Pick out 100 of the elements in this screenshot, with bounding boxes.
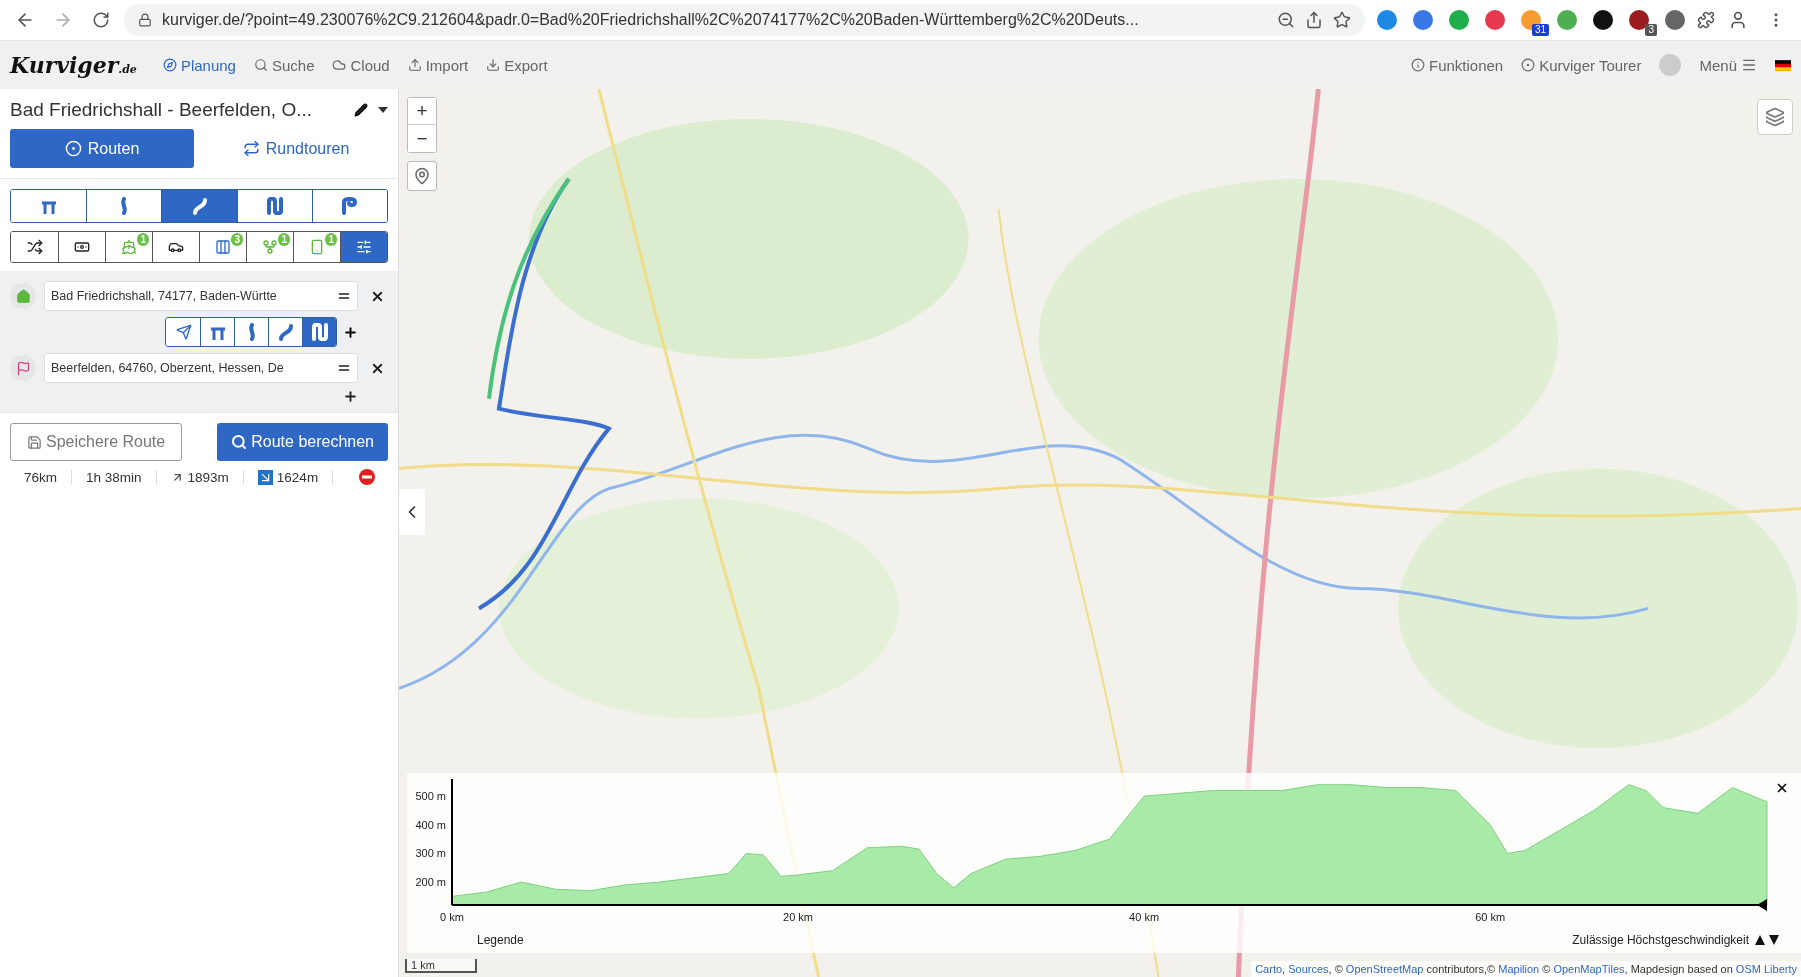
layers-icon <box>1765 107 1785 127</box>
stop-icon[interactable] <box>359 469 376 485</box>
nav-link[interactable]: Cloud <box>332 56 390 74</box>
nav-link[interactable]: Funktionen <box>1410 56 1504 74</box>
upload-icon <box>407 58 422 72</box>
count-badge: 1 <box>325 233 337 246</box>
segment-type-button[interactable] <box>302 318 336 346</box>
route-type-button[interactable] <box>161 190 237 222</box>
bookmark-star-icon[interactable] <box>1333 11 1351 29</box>
duration-text: 1h 38min <box>86 469 142 485</box>
curvy-road-icon <box>192 197 207 215</box>
fork-icon <box>262 239 278 255</box>
x-tick-label: 60 km <box>1475 911 1506 923</box>
color-mode-label: Zulässige Höchstgeschwindigkeit <box>1572 933 1749 947</box>
extension-badge: 31 <box>1531 24 1549 36</box>
segment-type-button[interactable] <box>268 318 302 346</box>
add-waypoint-icon[interactable] <box>343 324 358 340</box>
attribution-link[interactable]: OpenStreetMap <box>1345 963 1424 975</box>
circle-icon <box>1521 58 1536 72</box>
curvy-road-icon <box>311 323 328 341</box>
share-icon[interactable] <box>1305 11 1323 29</box>
scale-bar: 1 km <box>405 959 477 973</box>
lanes-icon <box>215 239 231 255</box>
x-tick-label: 20 km <box>783 911 814 923</box>
y-tick-label: 400 m <box>415 818 446 831</box>
lock-icon <box>138 13 152 27</box>
flag-icon[interactable] <box>1775 59 1791 71</box>
attribution-link[interactable]: Sources <box>1288 963 1329 975</box>
mode-tab[interactable]: Rundtouren <box>204 129 388 168</box>
extension-icon[interactable] <box>1593 10 1613 30</box>
home-icon <box>10 283 36 309</box>
legend-link[interactable]: Legende <box>477 933 524 947</box>
map-pin-icon <box>413 167 431 185</box>
x-tick-label: 40 km <box>1129 911 1160 923</box>
x-tick-label: 0 km <box>440 911 464 923</box>
money-icon <box>74 239 90 255</box>
nav-link[interactable]: Planung <box>162 56 236 74</box>
attribution-link[interactable]: Mapilion <box>1498 963 1540 975</box>
grid-icon <box>309 239 325 255</box>
waypoint-input-field[interactable]: Bad Friedrichshall, 74177, Baden-Württe <box>44 281 358 311</box>
edit-icon[interactable] <box>354 103 368 117</box>
info-icon <box>1410 58 1425 72</box>
segment-type-button[interactable] <box>234 318 268 346</box>
settings-icon <box>356 239 372 255</box>
curvy-road-icon <box>247 323 256 341</box>
descent-icon <box>257 469 273 485</box>
finish-flag-icon <box>10 355 36 381</box>
caret-icon[interactable] <box>378 107 388 113</box>
waypoint-input-field[interactable]: Beerfelden, 64760, Oberzent, Hessen, De <box>44 353 358 383</box>
calculate-route-button[interactable]: Route berechnen <box>217 423 388 461</box>
curvy-road-icon <box>266 197 283 215</box>
menu-button[interactable]: Menü <box>1699 56 1757 74</box>
mode-tab[interactable]: Routen <box>10 129 194 168</box>
cloud-icon <box>332 58 347 72</box>
nav-link[interactable]: Suche <box>253 56 315 74</box>
menu-icon <box>1741 57 1757 73</box>
curvy-road-icon <box>120 197 129 215</box>
count-badge: 1 <box>137 233 149 246</box>
zoom-in-button[interactable]: + <box>408 98 436 125</box>
y-tick-label: 500 m <box>415 790 446 803</box>
route-type-button[interactable] <box>311 190 387 222</box>
direct-icon <box>175 324 192 340</box>
download-icon <box>486 58 501 72</box>
layers-button[interactable] <box>1757 99 1793 135</box>
close-icon[interactable] <box>1775 781 1789 795</box>
nav-link[interactable]: Import <box>407 56 469 74</box>
attribution-text: Carto, Sources, © OpenStreetMap contributors,© Mapilion © OpenMapTiles, Mapdesign based on OSM Liberty <box>1251 961 1801 977</box>
sort-arrows-icon[interactable] <box>1755 934 1781 946</box>
extension-icon[interactable] <box>1629 10 1649 30</box>
search-icon <box>253 58 268 72</box>
curvy-road-icon <box>278 323 293 341</box>
logo[interactable]: Kurviger.de <box>10 52 137 78</box>
zoom-icon[interactable] <box>1277 11 1295 29</box>
nav-link[interactable]: Kurviger Tourer <box>1521 56 1642 74</box>
save-icon <box>27 434 42 450</box>
extension-badge: 3 <box>1645 24 1657 36</box>
target-icon <box>64 140 82 157</box>
search-icon <box>231 434 248 450</box>
count-badge: 3 <box>231 233 243 246</box>
locate-button[interactable] <box>407 161 437 191</box>
descent-text: 1624m <box>276 469 319 485</box>
segment-type-button[interactable] <box>200 318 234 346</box>
y-tick-label: 200 m <box>415 876 446 889</box>
distance-text: 76km <box>24 469 57 485</box>
attribution-link[interactable]: OSM Liberty <box>1735 963 1797 975</box>
nav-link[interactable]: Export <box>486 56 548 74</box>
ferry-icon <box>121 239 137 255</box>
count-badge: 1 <box>278 233 290 246</box>
compass-icon <box>162 58 177 72</box>
end-marker-icon <box>1757 899 1767 911</box>
save-route-button[interactable]: Speichere Route <box>10 423 183 461</box>
ascent-text: 1893m <box>187 469 229 485</box>
curvy-road-icon <box>341 197 358 215</box>
y-tick-label: 300 m <box>415 847 446 860</box>
attribution-link[interactable]: OpenMapTiles <box>1553 963 1625 975</box>
segment-type-button[interactable] <box>166 318 200 346</box>
extensions-icon[interactable] <box>1697 11 1715 29</box>
shuffle-icon <box>27 239 43 255</box>
route-title: Bad Friedrichshall - Beerfelden, O... <box>10 99 314 121</box>
add-waypoint-icon[interactable] <box>343 389 358 404</box>
